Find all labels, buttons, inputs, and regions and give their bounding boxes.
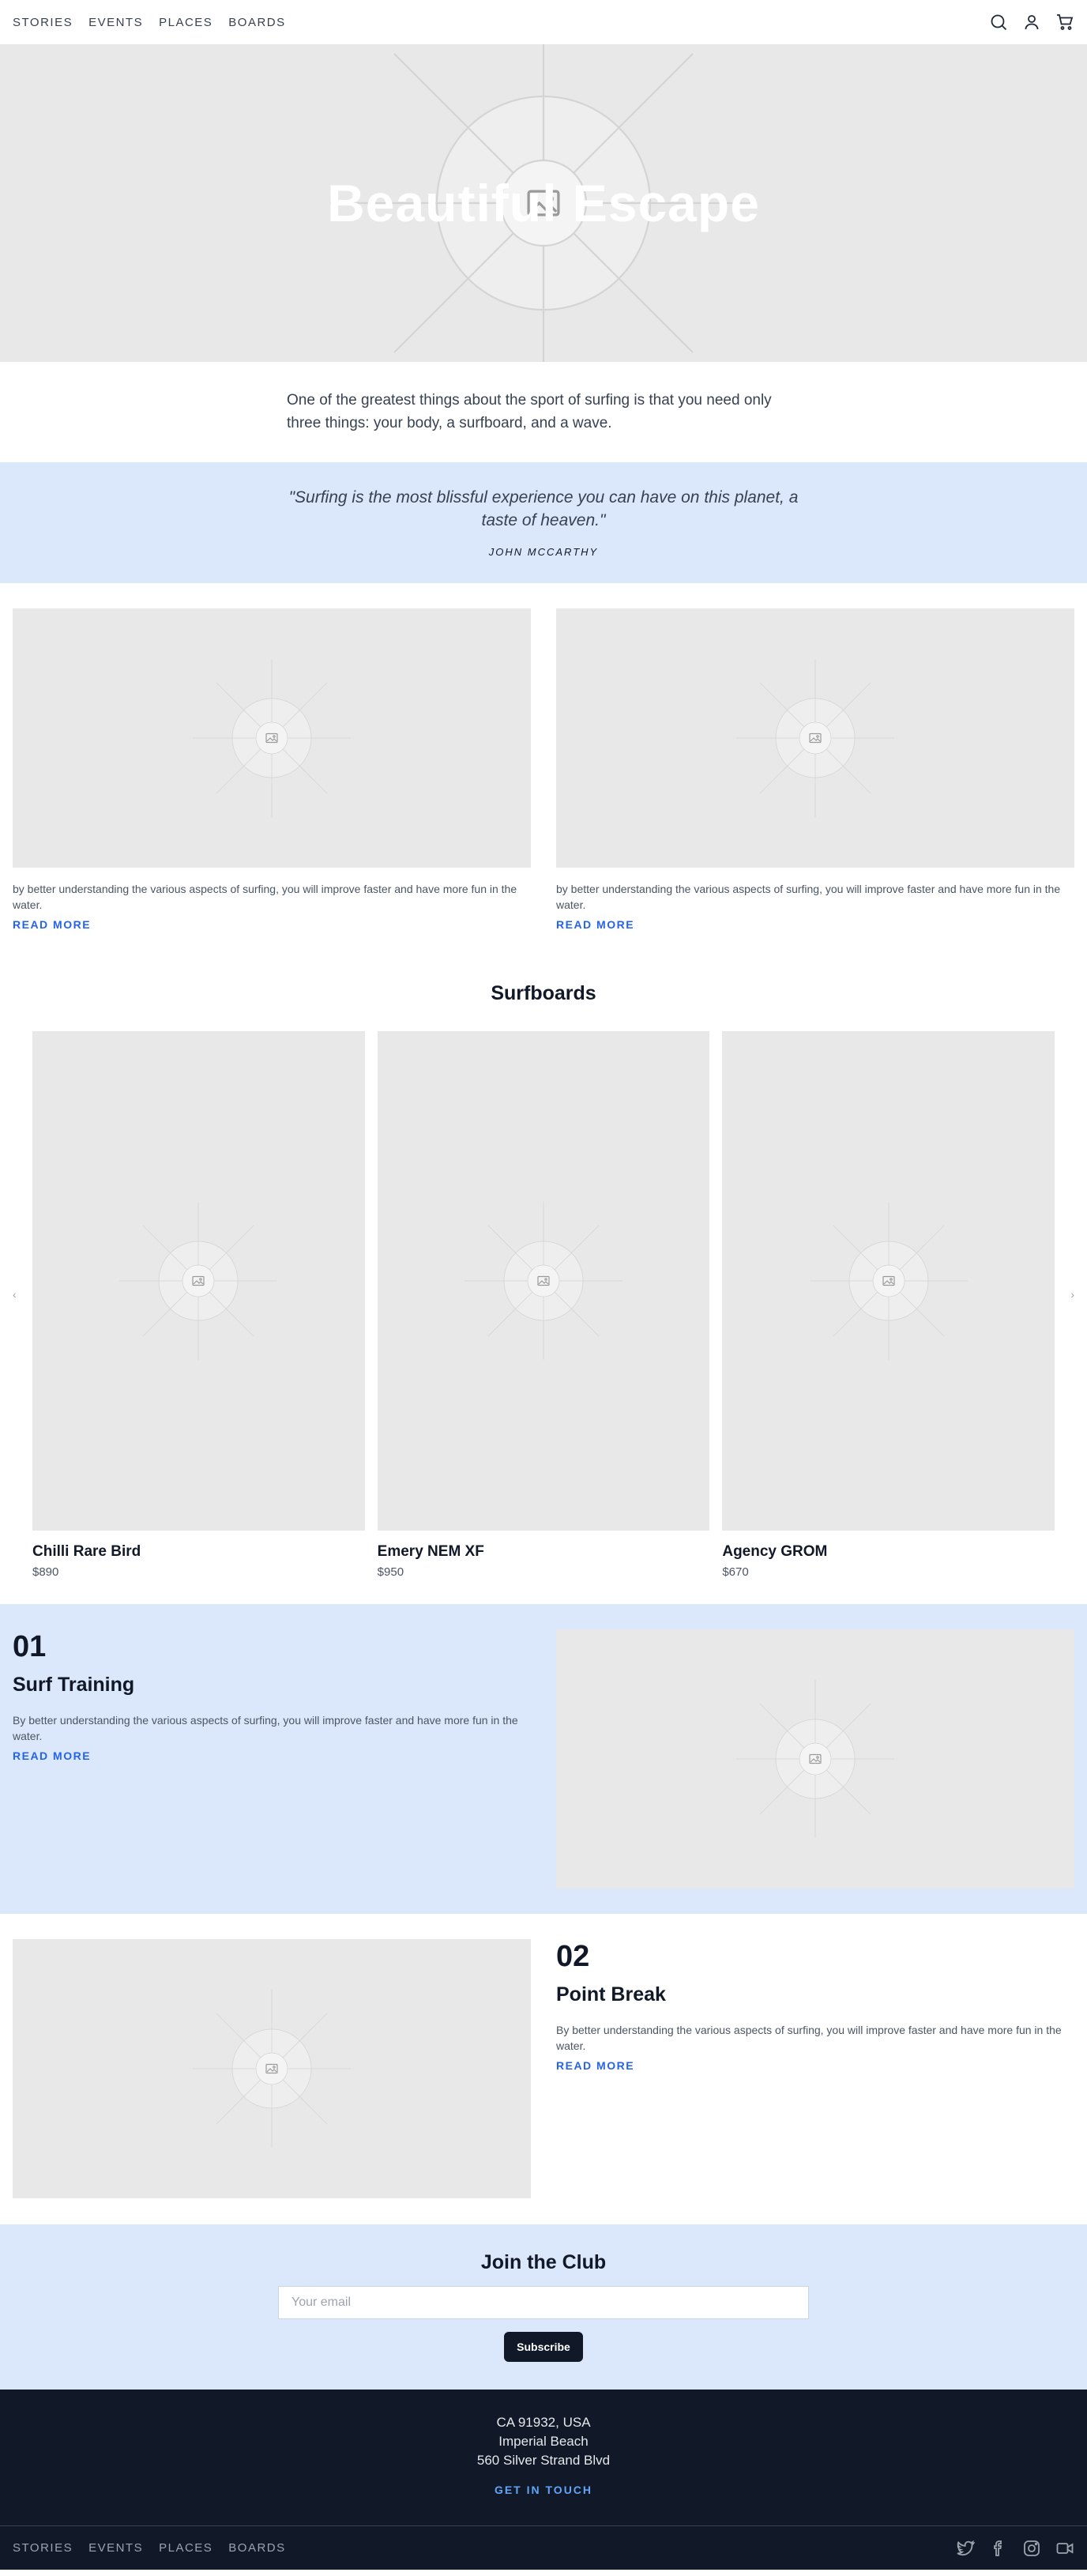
cart-icon[interactable] — [1055, 13, 1074, 32]
feature-content: 02 Point Break By better understanding t… — [556, 1939, 1074, 2199]
main-nav: STORIES EVENTS PLACES BOARDS — [13, 16, 286, 29]
article-image[interactable] — [556, 608, 1074, 868]
address-line: 560 Silver Strand Blvd — [476, 2453, 611, 2468]
footer-link-boards[interactable]: BOARDS — [228, 2541, 285, 2555]
twitter-icon[interactable] — [956, 2539, 975, 2558]
articles-grid: by better understanding the various aspe… — [0, 583, 1087, 932]
quote-author: JOHN MCCARTHY — [488, 546, 599, 558]
surfboard-name[interactable]: Emery NEM XF — [378, 1543, 710, 1561]
nav-link-stories[interactable]: STORIES — [13, 16, 73, 29]
article-image[interactable] — [13, 608, 531, 868]
surfboards-section: Surfboards ‹ Chilli Rare Bird $890 Emery… — [0, 932, 1087, 1579]
surfboard-card[interactable]: Agency GROM $670 — [722, 1031, 1055, 1579]
carousel-next-arrow[interactable]: › — [1070, 1288, 1074, 1301]
feature-number: 01 — [13, 1630, 47, 1663]
hero-title: Beautiful Escape — [327, 174, 760, 232]
address-line: CA 91932, USA — [496, 2415, 591, 2430]
surfboard-card[interactable]: Chilli Rare Bird $890 — [32, 1031, 365, 1579]
read-more-link[interactable]: READ MORE — [556, 918, 634, 931]
image-placeholder-icon — [465, 1202, 622, 1360]
subscribe-button[interactable]: Subscribe — [504, 2332, 583, 2362]
feature-text: By better understanding the various aspe… — [13, 1714, 518, 1742]
article-text: by better understanding the various aspe… — [13, 883, 517, 911]
top-nav: STORIES EVENTS PLACES BOARDS — [0, 0, 1087, 44]
read-more-link[interactable]: READ MORE — [556, 2059, 634, 2072]
surfboard-image[interactable] — [377, 1031, 710, 1531]
image-placeholder-icon — [193, 1990, 351, 2148]
feature-image — [13, 1939, 531, 2198]
read-more-link[interactable]: READ MORE — [13, 1749, 91, 1762]
feature-title: Surf Training — [13, 1674, 135, 1696]
surfboard-price: $950 — [377, 1565, 404, 1579]
quote-text: "Surfing is the most blissful experience… — [288, 488, 799, 529]
facebook-icon[interactable] — [989, 2539, 1008, 2558]
hero-banner: Beautiful Escape — [0, 44, 1087, 362]
user-icon[interactable] — [1022, 13, 1041, 32]
footer-address-block: CA 91932, USA Imperial Beach 560 Silver … — [0, 2390, 1087, 2525]
get-in-touch-link[interactable]: GET IN TOUCH — [495, 2484, 592, 2496]
image-placeholder-icon — [119, 1202, 277, 1360]
footer: CA 91932, USA Imperial Beach 560 Silver … — [0, 2390, 1087, 2570]
feature-point-break: 02 Point Break By better understanding t… — [0, 1914, 1087, 2224]
surfboard-name[interactable]: Chilli Rare Bird — [32, 1543, 365, 1561]
intro-text: One of the greatest things about the spo… — [287, 392, 772, 431]
image-placeholder-icon — [736, 659, 894, 817]
quote-section: "Surfing is the most blissful experience… — [0, 462, 1087, 583]
footer-link-stories[interactable]: STORIES — [13, 2541, 73, 2555]
feature-content: 01 Surf Training By better understanding… — [13, 1629, 531, 1889]
social-links — [956, 2539, 1074, 2558]
instagram-icon[interactable] — [1022, 2539, 1041, 2558]
image-placeholder-icon — [810, 1202, 968, 1360]
feature-image — [556, 1629, 1074, 1889]
search-icon[interactable] — [989, 13, 1008, 32]
feature-title: Point Break — [556, 1983, 666, 2005]
footer-link-places[interactable]: PLACES — [159, 2541, 213, 2555]
feature-number: 02 — [556, 1940, 590, 1973]
image-placeholder-icon — [736, 1680, 894, 1838]
article-text: by better understanding the various aspe… — [556, 883, 1061, 911]
surfboards-carousel: ‹ Chilli Rare Bird $890 Emery NEM XF $95… — [0, 1005, 1087, 1579]
nav-link-places[interactable]: PLACES — [159, 16, 213, 29]
article-card: by better understanding the various aspe… — [13, 608, 531, 932]
footer-nav: STORIES EVENTS PLACES BOARDS — [13, 2541, 286, 2555]
image-placeholder-icon — [193, 659, 351, 817]
surfboard-price: $890 — [32, 1565, 59, 1579]
surfboard-image[interactable] — [722, 1031, 1055, 1531]
newsletter-section: Join the Club Subscribe — [0, 2224, 1087, 2390]
feature-surf-training: 01 Surf Training By better understanding… — [0, 1604, 1087, 1914]
video-icon[interactable] — [1055, 2539, 1074, 2558]
newsletter-title: Join the Club — [480, 2251, 607, 2273]
surfboard-image[interactable] — [32, 1031, 365, 1531]
nav-link-events[interactable]: EVENTS — [88, 16, 143, 29]
intro-section: One of the greatest things about the spo… — [0, 362, 1087, 462]
nav-link-boards[interactable]: BOARDS — [228, 16, 285, 29]
carousel-prev-arrow[interactable]: ‹ — [13, 1288, 17, 1301]
read-more-link[interactable]: READ MORE — [13, 918, 91, 931]
email-field[interactable] — [278, 2286, 809, 2319]
footer-link-events[interactable]: EVENTS — [88, 2541, 143, 2555]
header-actions — [989, 13, 1074, 32]
surfboard-price: $670 — [722, 1565, 749, 1579]
article-card: by better understanding the various aspe… — [556, 608, 1074, 932]
address-line: Imperial Beach — [498, 2434, 589, 2449]
surfboard-name[interactable]: Agency GROM — [722, 1543, 1055, 1561]
footer-bottom-bar: STORIES EVENTS PLACES BOARDS — [0, 2525, 1087, 2570]
surfboard-card[interactable]: Emery NEM XF $950 — [377, 1031, 710, 1579]
feature-text: By better understanding the various aspe… — [556, 2024, 1062, 2052]
surfboards-title: Surfboards — [491, 982, 596, 1004]
